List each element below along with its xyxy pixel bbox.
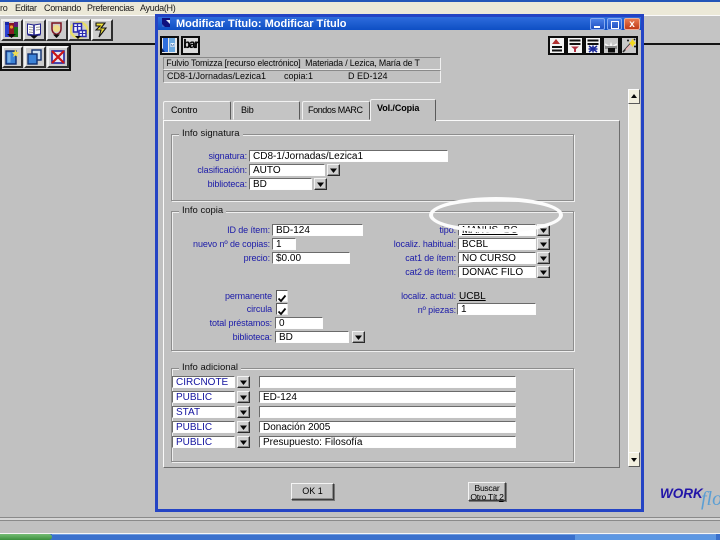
svg-text:M: M (171, 43, 174, 48)
